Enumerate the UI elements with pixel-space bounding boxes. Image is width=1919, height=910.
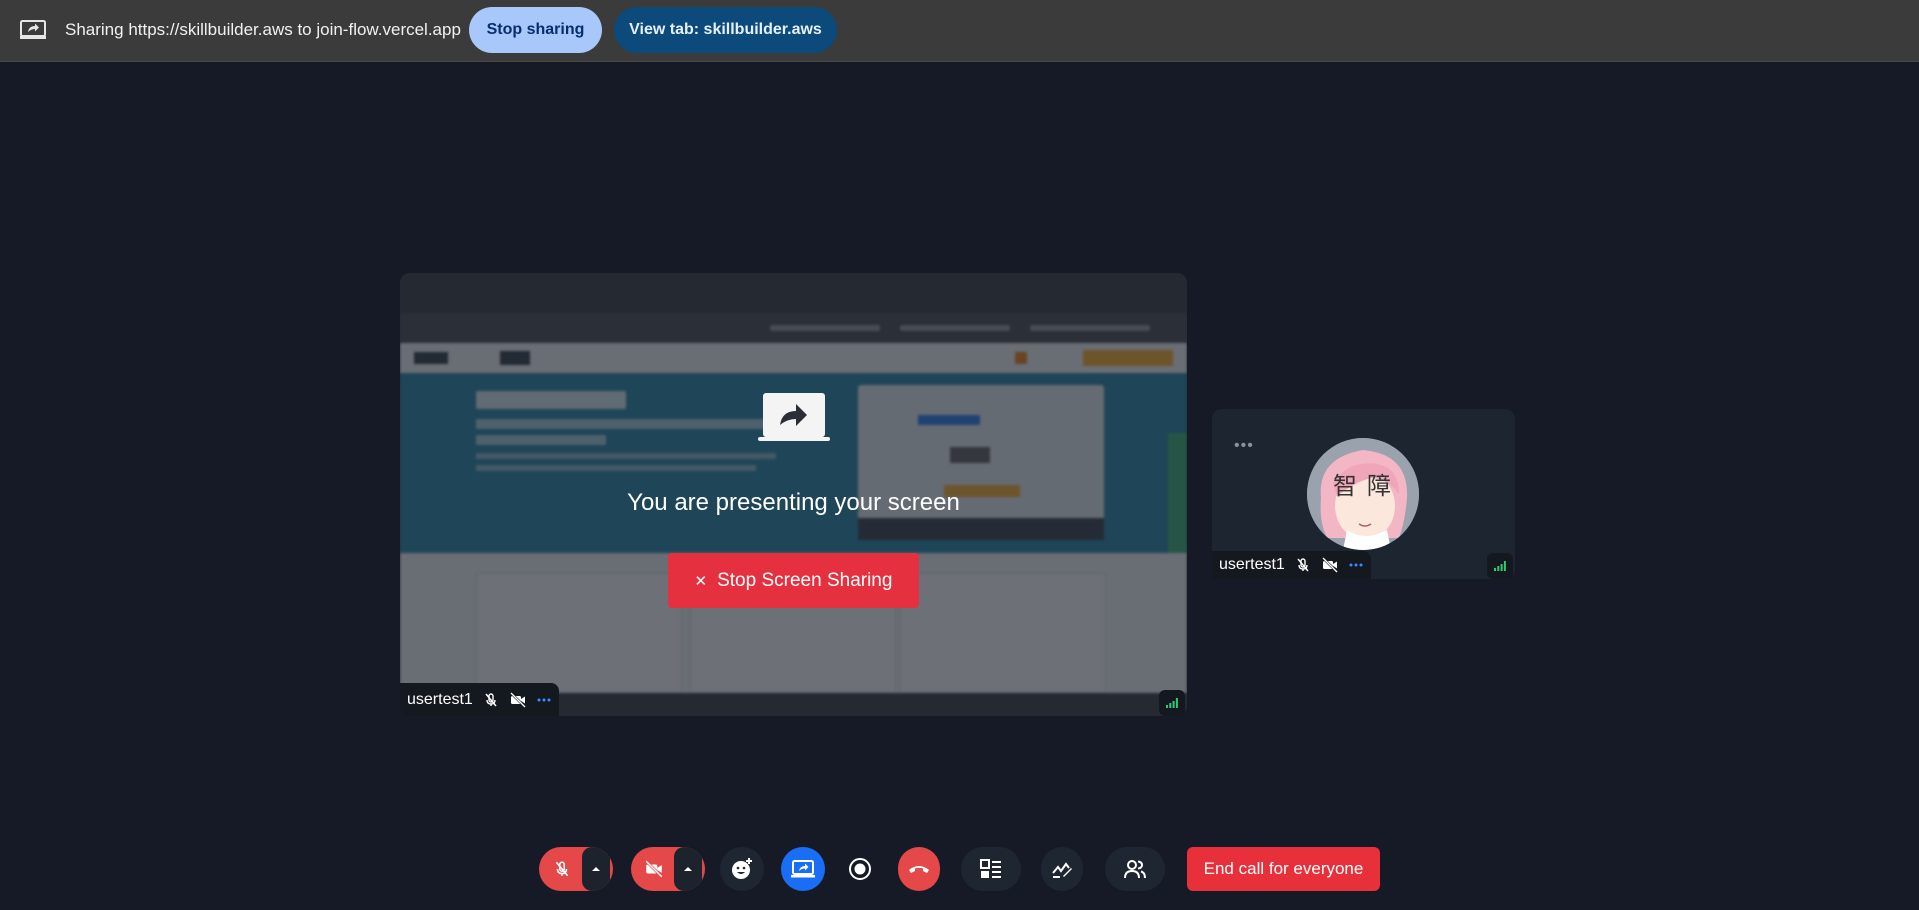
mic-off-icon: [485, 692, 497, 706]
more-icon[interactable]: •••: [1234, 437, 1254, 455]
present-screen-icon: [758, 393, 830, 441]
svg-text:智: 智: [1333, 472, 1357, 500]
participant-name: usertest1: [407, 690, 473, 708]
emoji-add-icon: [732, 858, 752, 879]
participants-button[interactable]: [1105, 847, 1165, 891]
stop-sharing-button[interactable]: Stop sharing: [469, 7, 602, 53]
tab-share-icon: [20, 20, 46, 39]
mic-toggle-group: [539, 847, 613, 891]
layout-button[interactable]: [961, 847, 1021, 891]
camera-toggle-group: [631, 847, 705, 891]
end-call-for-everyone-button[interactable]: End call for everyone: [1187, 847, 1380, 891]
screen-share-button[interactable]: [781, 847, 825, 891]
participant-name: usertest1: [1219, 556, 1285, 573]
mic-toggle-button[interactable]: [542, 847, 582, 891]
reactions-button[interactable]: [720, 847, 764, 891]
draw-icon: [1052, 862, 1072, 878]
sharing-status-text: Sharing https://skillbuilder.aws to join…: [65, 20, 461, 39]
layout-icon: [980, 859, 1001, 878]
chevron-up-icon: [592, 867, 600, 871]
leave-call-button[interactable]: [898, 847, 940, 891]
avatar: 智 障: [1307, 438, 1419, 550]
close-icon: ✕: [694, 572, 708, 590]
stop-screen-sharing-button[interactable]: ✕ Stop Screen Sharing: [668, 553, 919, 608]
participant-name-tag: usertest1: [1212, 551, 1371, 579]
presentation-tile: You are presenting your screen ✕ Stop Sc…: [400, 273, 1187, 716]
more-icon[interactable]: [1349, 557, 1363, 573]
svg-text:障: 障: [1367, 472, 1391, 500]
self-view-tile: ••• 智 障 usertest1: [1212, 409, 1515, 579]
chevron-up-icon: [684, 867, 692, 871]
mic-off-icon: [555, 861, 569, 877]
camera-toggle-button[interactable]: [634, 847, 674, 891]
more-icon[interactable]: [537, 692, 551, 708]
record-icon: [849, 858, 871, 880]
phone-hangup-icon: [909, 866, 929, 873]
sharing-bar: Sharing https://skillbuilder.aws to join…: [0, 0, 1919, 62]
participant-name-tag: usertest1: [400, 683, 559, 716]
whiteboard-button[interactable]: [1041, 847, 1083, 891]
record-button[interactable]: [838, 847, 882, 891]
screen-share-icon: [791, 860, 815, 878]
signal-icon: [1487, 553, 1513, 579]
mic-options-button[interactable]: [582, 847, 610, 891]
view-tab-button[interactable]: View tab: skillbuilder.aws: [614, 7, 837, 53]
camera-options-button[interactable]: [674, 847, 702, 891]
stop-screen-sharing-label: Stop Screen Sharing: [717, 569, 893, 591]
signal-icon: [1159, 690, 1185, 716]
presenting-message: You are presenting your screen: [627, 489, 960, 516]
camera-off-icon: [1321, 557, 1338, 573]
camera-off-icon: [509, 691, 526, 708]
camera-off-icon: [645, 860, 663, 878]
people-icon: [1124, 860, 1146, 879]
mic-off-icon: [1297, 558, 1309, 572]
